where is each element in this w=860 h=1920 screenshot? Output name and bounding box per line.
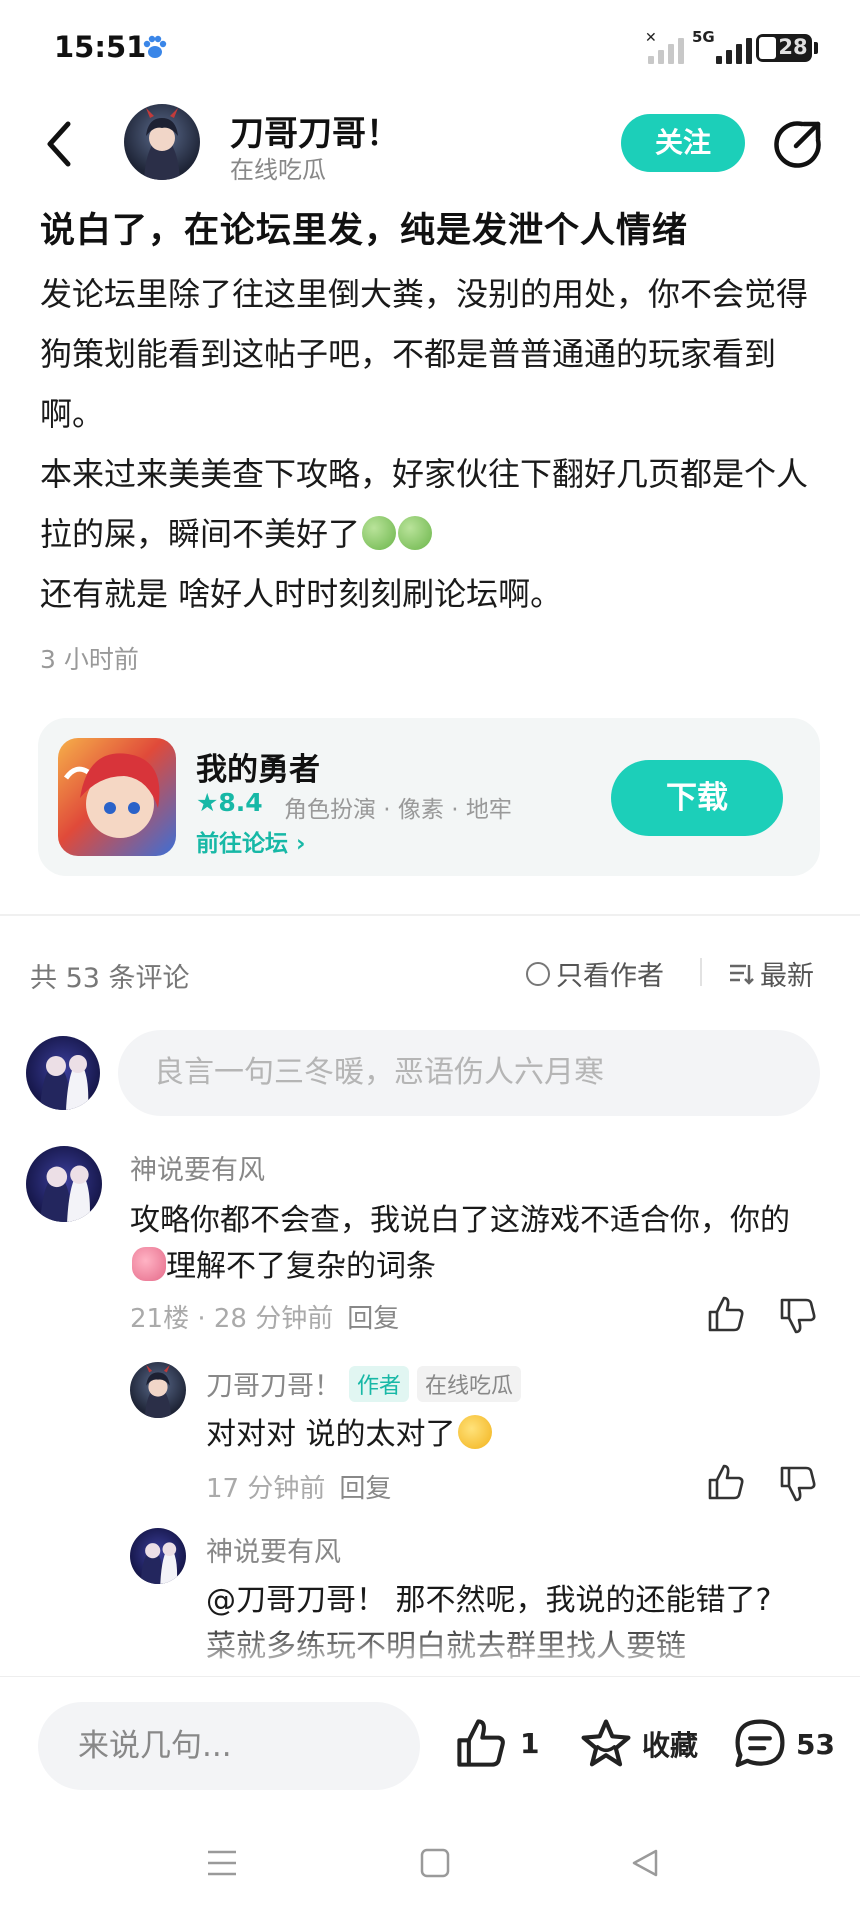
brain-emoji-icon (132, 1247, 166, 1281)
avatar-illustration (140, 1542, 178, 1584)
author-avatar[interactable] (124, 104, 200, 180)
reply-username-row: 刀哥刀哥！ 作者 在线吃瓜 (206, 1364, 522, 1403)
reply-avatar[interactable] (130, 1362, 186, 1418)
menu-icon[interactable] (206, 1848, 238, 1878)
sort-label: 最新 (760, 961, 814, 992)
chevron-left-icon[interactable] (40, 116, 80, 172)
battery-icon: 28 (756, 34, 818, 62)
status-time: 15:51 (54, 30, 147, 64)
header-separator (700, 958, 702, 986)
reply-time: 17 分钟前 (206, 1474, 326, 1504)
section-divider (0, 914, 860, 916)
avatar-illustration (40, 1055, 89, 1110)
signal-sim2-icon (716, 36, 752, 64)
author-name[interactable]: 刀哥刀哥！ (230, 106, 400, 155)
comments-total: 53 (796, 1727, 835, 1761)
reply-username[interactable]: 刀哥刀哥！ (206, 1371, 341, 1402)
paw-icon (143, 35, 167, 58)
battery-level: 28 (778, 35, 808, 59)
favorite-button[interactable]: 收藏 (578, 1716, 698, 1772)
home-square-icon[interactable] (420, 1848, 450, 1878)
post-timestamp: 3 小时前 (40, 645, 139, 674)
commenter-avatar[interactable] (26, 1146, 102, 1222)
rofl-emoji-icon (457, 1415, 492, 1449)
thumbs-up-icon[interactable] (706, 1294, 746, 1334)
comments-button[interactable]: 53 (732, 1716, 835, 1772)
thumbs-down-icon[interactable] (778, 1296, 818, 1336)
sick-face-emoji-icon (398, 516, 433, 550)
avatar-illustration (144, 1364, 172, 1418)
sick-face-emoji-icon (362, 516, 397, 550)
author-only-toggle[interactable]: 只看作者 (526, 954, 664, 993)
scroll-fade (0, 1620, 860, 1680)
sort-icon (730, 964, 754, 985)
no-sim-mark: ✕ (645, 30, 657, 46)
game-icon[interactable] (58, 738, 176, 856)
status-badge: 在线吃瓜 (417, 1366, 522, 1402)
game-rating: ★8.4 (196, 788, 263, 817)
avatar-illustration (40, 1165, 90, 1222)
like-button[interactable]: 1 (454, 1716, 539, 1770)
download-button[interactable]: 下载 (611, 760, 783, 836)
reply-meta: 17 分钟前 回复 (206, 1468, 391, 1505)
game-name[interactable]: 我的勇者 (196, 744, 320, 789)
comment-text-part: 理解不了复杂的词条 (166, 1249, 436, 1284)
forum-link[interactable]: 前往论坛 › (196, 824, 306, 858)
follow-button[interactable]: 关注 (621, 114, 745, 172)
star-icon (581, 1719, 631, 1767)
comment-text-part: 攻略你都不会查，我说白了这游戏不适合你，你的 (130, 1203, 790, 1238)
reply-username[interactable]: 神说要有风 (206, 1530, 341, 1569)
reply-button[interactable]: 回复 (339, 1474, 391, 1504)
network-type: 5G (692, 28, 715, 46)
comment-count: 共 53 条评论 (30, 963, 190, 994)
post-body: 发论坛里除了往这里倒大粪，没别的用处，你不会觉得狗策划能看到这帖子吧，不都是普普… (40, 264, 820, 624)
post-paragraph: 本来过来美美查下攻略，好家伙往下翻好几页都是个人拉的屎，瞬间不美好了 (40, 444, 820, 564)
comment-bubble-icon (735, 1719, 785, 1768)
game-icon-art (63, 753, 160, 838)
post-title: 说白了，在论坛里发，纯是发泄个人情绪 (40, 211, 689, 251)
thumbs-up-icon[interactable] (706, 1462, 746, 1502)
sort-toggle[interactable]: 最新 (728, 954, 814, 993)
author-status: 在线吃瓜 (230, 156, 326, 184)
reply-text-part: 对对对 说的太对了 (206, 1417, 456, 1452)
comment-username[interactable]: 神说要有风 (130, 1148, 265, 1187)
thumbs-up-icon (457, 1719, 505, 1767)
radio-circle-icon (526, 961, 550, 986)
game-tags: 角色扮演 · 像素 · 地牢 (284, 797, 512, 823)
author-only-label: 只看作者 (556, 961, 664, 992)
comment-floor-time: 21楼 · 28 分钟前 (130, 1304, 334, 1334)
favorite-label: 收藏 (642, 1729, 699, 1762)
reply-text: 对对对 说的太对了 (206, 1412, 492, 1458)
post-paragraph: 还有就是 啥好人时时刻刻刷论坛啊。 (40, 575, 563, 613)
comment-text: 攻略你都不会查，我说白了这游戏不适合你，你的理解不了复杂的词条 (130, 1198, 790, 1290)
author-badge: 作者 (349, 1366, 410, 1402)
share-icon[interactable] (772, 118, 824, 170)
reply-avatar[interactable] (130, 1528, 186, 1584)
like-count: 1 (520, 1726, 540, 1760)
my-avatar[interactable] (26, 1036, 100, 1110)
avatar-illustration (144, 108, 180, 180)
comment-meta: 21楼 · 28 分钟前 回复 (130, 1298, 399, 1335)
post-paragraph: 发论坛里除了往这里倒大粪，没别的用处，你不会觉得狗策划能看到这帖子吧，不都是普普… (40, 275, 809, 433)
system-nav-bar (0, 1806, 860, 1920)
back-triangle-icon[interactable] (630, 1848, 660, 1878)
bottom-comment-input[interactable]: 来说几句... (38, 1702, 420, 1790)
comment-input[interactable]: 良言一句三冬暖，恶语伤人六月寒 (118, 1030, 820, 1116)
reply-button[interactable]: 回复 (347, 1304, 399, 1334)
thumbs-down-icon[interactable] (778, 1464, 818, 1504)
